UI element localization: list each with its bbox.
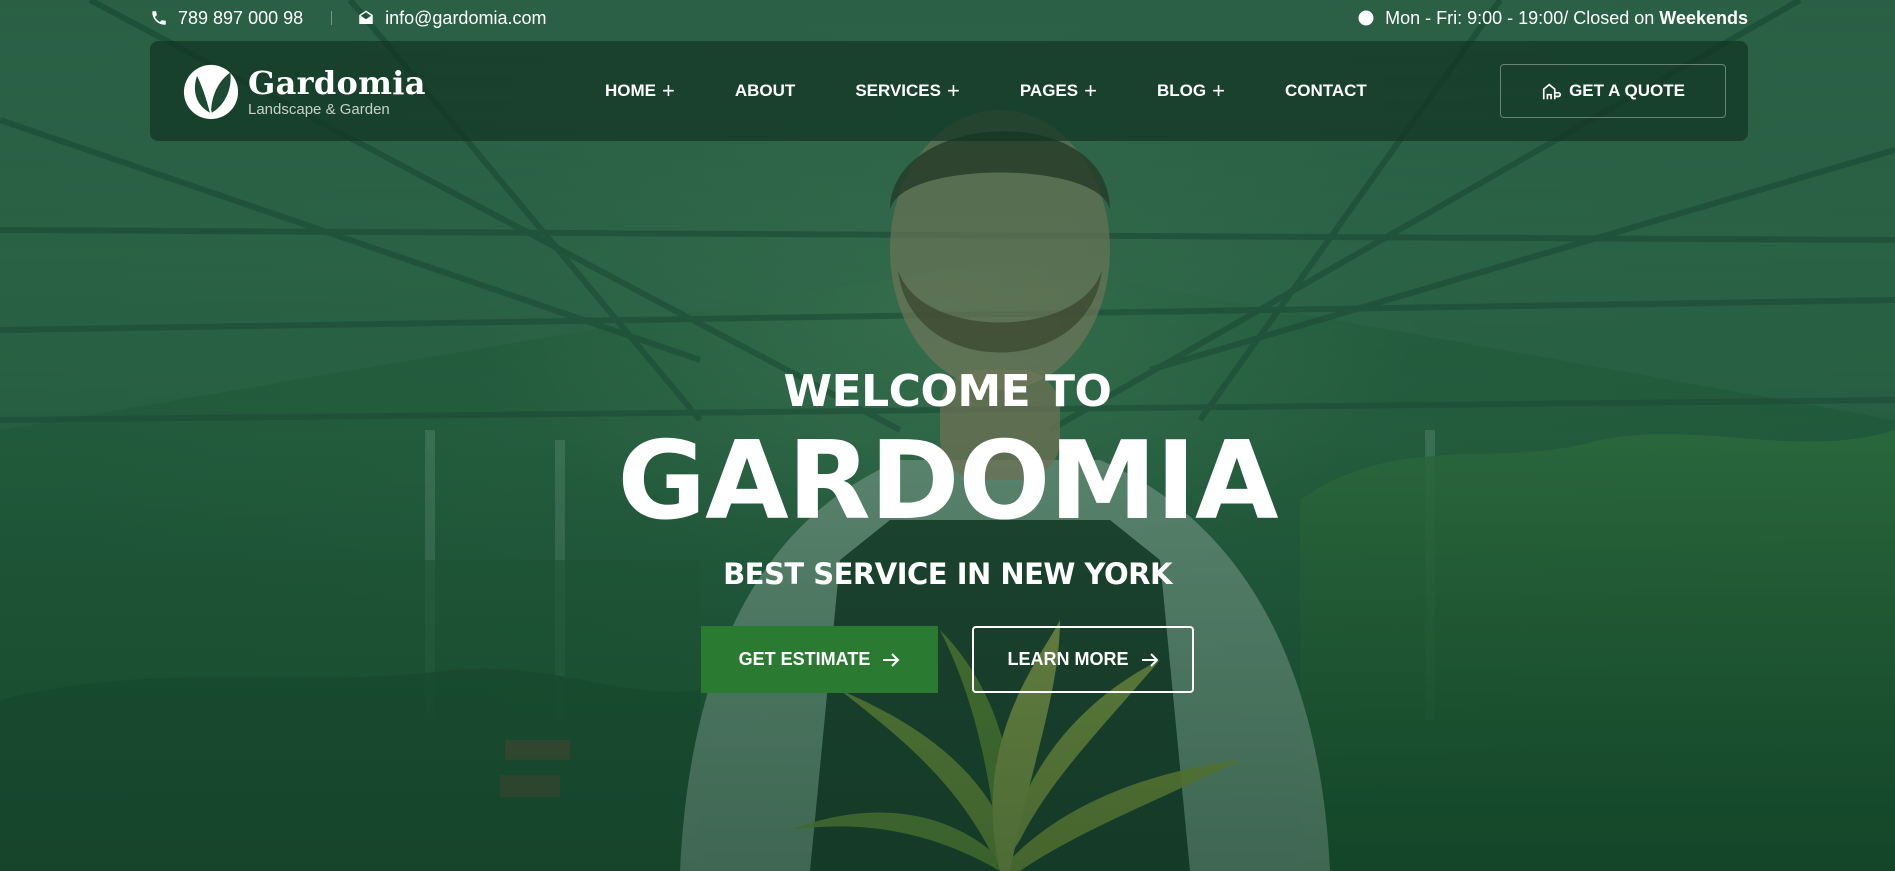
divider — [331, 11, 333, 25]
nav-contact[interactable]: Contact — [1285, 81, 1367, 101]
hero-buttons: Get Estimate Learn More — [0, 626, 1895, 693]
hero-brand-title: GARDOMIA — [617, 419, 1278, 544]
nav-blog-label: Blog — [1156, 81, 1207, 100]
top-info-bar: 789 897 000 98 info@gardomia.com Mon - F… — [150, 0, 1748, 36]
hero-content: WELCOME TO GARDOMIA BEST SERVICE IN NEW … — [0, 360, 1895, 693]
logo-tagline: Landscape & Garden — [248, 101, 390, 118]
nav-pages-label: Pages — [1019, 81, 1079, 100]
nav-contact-label: Contact — [1284, 81, 1367, 100]
phone-icon — [152, 11, 166, 25]
arrow-right-icon — [883, 652, 900, 667]
house-hand-icon — [1542, 83, 1562, 100]
nav-about-label: About — [734, 81, 796, 100]
phone-contact[interactable]: 789 897 000 98 — [150, 8, 303, 29]
email-contact[interactable]: info@gardomia.com — [357, 8, 546, 29]
learn-more-label: Learn More — [1007, 649, 1129, 669]
hero-tagline: BEST SERVICE IN NEW YORK — [723, 557, 1172, 591]
nav-pages[interactable]: Pages + — [1020, 80, 1097, 102]
clock-icon — [1358, 10, 1374, 26]
nav-services-label: Services — [855, 81, 941, 100]
email-address: info@gardomia.com — [385, 7, 547, 28]
hours-text: Mon - Fri: 9:00 - 19:00/ Closed on — [1385, 7, 1655, 28]
get-a-quote-label: GET A QUOTE — [1569, 81, 1685, 100]
hours-emphasis: Weekends — [1659, 7, 1748, 28]
nav-blog[interactable]: Blog + — [1157, 80, 1225, 102]
get-estimate-button[interactable]: Get Estimate — [701, 626, 938, 693]
plus-icon: + — [1212, 78, 1225, 103]
plus-icon: + — [946, 78, 960, 103]
opening-hours: Mon - Fri: 9:00 - 19:00/ Closed on Weeke… — [1357, 8, 1748, 29]
envelope-icon — [359, 10, 373, 24]
site-logo[interactable]: Gardomia Landscape & Garden — [182, 63, 426, 121]
learn-more-button[interactable]: Learn More — [972, 626, 1194, 693]
nav-home-label: Home — [605, 81, 656, 100]
plus-icon: + — [1084, 78, 1097, 103]
get-a-quote-button[interactable]: GET A QUOTE — [1500, 64, 1726, 118]
phone-number: 789 897 000 98 — [178, 7, 304, 28]
get-estimate-label: Get Estimate — [738, 649, 871, 669]
nav-services[interactable]: Services + — [855, 80, 960, 102]
plus-icon: + — [662, 78, 675, 103]
main-navigation: Home + About Services + Pages + Blog + Conta… — [605, 41, 1427, 141]
nav-about[interactable]: About — [735, 81, 795, 101]
arrow-right-icon — [1141, 652, 1158, 667]
leaf-logo-icon — [183, 64, 239, 120]
logo-name: Gardomia — [248, 64, 426, 102]
main-header: Gardomia Landscape & Garden Home + About … — [150, 41, 1748, 141]
hero-welcome: WELCOME TO — [783, 366, 1112, 417]
nav-home[interactable]: Home + — [605, 80, 675, 102]
